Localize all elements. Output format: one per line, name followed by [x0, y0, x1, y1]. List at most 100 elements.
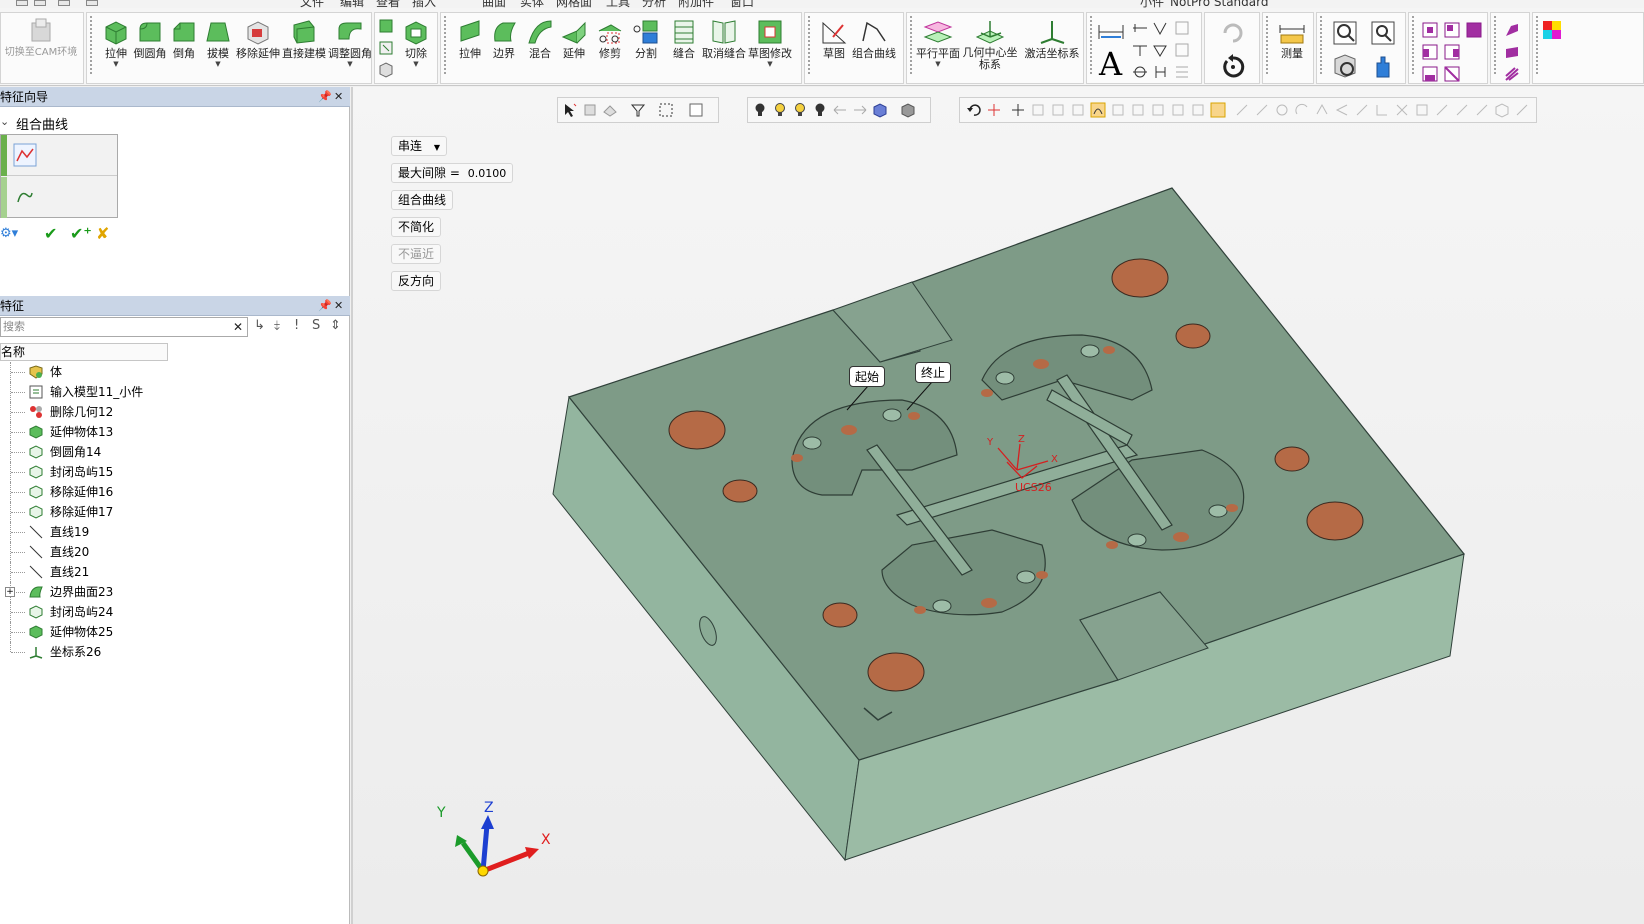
menu-view[interactable]: 查看	[376, 0, 400, 8]
sew-button[interactable]: 缝合	[665, 15, 703, 77]
feature-tree-item[interactable]: 体	[0, 362, 345, 382]
feature-search-input[interactable]: 搜索 ✕	[0, 317, 248, 337]
collapse-icon[interactable]: ⌄	[0, 115, 9, 128]
apply-icon[interactable]: ✔⁺	[70, 224, 92, 243]
filter-sketch-icon[interactable]: S	[312, 318, 320, 333]
hidden-line-icon[interactable]	[1503, 65, 1521, 83]
view-back-icon[interactable]	[1443, 21, 1461, 39]
zoom-all-icon[interactable]	[1369, 19, 1397, 47]
group-grip[interactable]	[1319, 15, 1323, 75]
extrude-solid-button[interactable]: 拉伸 ▼	[97, 15, 135, 77]
blend-button[interactable]: 混合	[521, 15, 559, 77]
parallel-plane-button[interactable]: 平行平面 ▼	[916, 15, 960, 77]
boundary-surface-button[interactable]: 边界	[485, 15, 523, 77]
dropdown-arrow-icon[interactable]: ▼	[199, 60, 237, 68]
balloon-icon[interactable]	[1151, 63, 1169, 81]
dropdown-arrow-icon[interactable]: ▼	[97, 60, 135, 68]
feature-tree-item[interactable]: 移除延伸17	[0, 502, 345, 522]
feature-tree-item[interactable]: 倒圆角14	[0, 442, 345, 462]
shell-icon[interactable]	[377, 17, 395, 35]
view-iso-icon[interactable]	[1443, 65, 1461, 83]
zoom-selection-icon[interactable]	[1331, 53, 1359, 81]
text-annotation-icon[interactable]: A	[1099, 47, 1122, 81]
extrude-surface-button[interactable]: 拉伸	[451, 15, 489, 77]
remove-extension-button[interactable]: 移除延伸	[236, 15, 280, 77]
menu-solid[interactable]: 实体	[520, 0, 544, 8]
replay-icon[interactable]	[1219, 19, 1247, 45]
3d-viewport[interactable]: 串连 ▼ 最大间隙 = 0.0100 组合曲线 不简化 不逼近 反方向 起始 终…	[351, 87, 1644, 924]
dropdown-arrow-icon[interactable]: ▼	[331, 60, 369, 68]
trim-button[interactable]: 修剪	[591, 15, 629, 77]
sketch-modify-button[interactable]: 草图修改 ▼	[748, 15, 792, 77]
draft-button[interactable]: 拔模 ▼	[199, 15, 237, 77]
hatch-icon[interactable]	[1173, 41, 1191, 59]
menu-tools[interactable]: 工具	[606, 0, 630, 8]
direct-modeling-button[interactable]: 直接建模	[282, 15, 326, 77]
feature-tree-item[interactable]: 坐标系26	[0, 642, 345, 662]
feature-tree-item[interactable]: 封闭岛屿15	[0, 462, 345, 482]
group-grip[interactable]	[807, 15, 811, 75]
dropdown-arrow-icon[interactable]: ▼	[919, 60, 957, 68]
cancel-icon[interactable]: ✘	[96, 224, 109, 243]
filter-suppressed-icon[interactable]: ⤈	[274, 318, 280, 333]
close-icon[interactable]: ✕	[334, 296, 343, 316]
feature-tree-item[interactable]: 封闭岛屿24	[0, 602, 345, 622]
sort-icon[interactable]: ⇕	[330, 318, 341, 333]
menu-edit[interactable]: 编辑	[340, 0, 364, 8]
filter-errors-icon[interactable]: !	[294, 318, 299, 333]
pin-icon[interactable]: 📌	[318, 87, 332, 107]
gdt-icon[interactable]	[1131, 41, 1149, 59]
save-quick-icon[interactable]	[16, 0, 28, 6]
feature-tree-item[interactable]: 直线20	[0, 542, 345, 562]
regenerate-icon[interactable]	[1219, 53, 1247, 81]
ok-icon[interactable]: ✔	[44, 224, 57, 243]
menu-surface[interactable]: 曲面	[482, 0, 506, 8]
expand-toggle-icon[interactable]: +	[5, 587, 15, 597]
group-grip[interactable]	[89, 15, 93, 75]
undo-quick-icon[interactable]	[58, 0, 70, 6]
dropdown-arrow-icon[interactable]: ▼	[397, 60, 435, 68]
pin-icon[interactable]: 📌	[318, 296, 332, 316]
activate-csys-button[interactable]: 激活坐标系	[1025, 15, 1080, 77]
group-grip[interactable]	[1411, 15, 1415, 75]
menu-mesh[interactable]: 网格面	[556, 0, 592, 8]
wizard-step-select-curves[interactable]	[1, 135, 117, 176]
adjust-fillet-button[interactable]: 调整圆角 ▼	[328, 15, 372, 77]
flatness-icon[interactable]	[1151, 41, 1169, 59]
view-front-icon[interactable]	[1421, 21, 1439, 39]
open-quick-icon[interactable]	[34, 0, 46, 6]
cut-button[interactable]: 切除 ▼	[397, 15, 435, 77]
menu-insert[interactable]: 插入	[412, 0, 436, 8]
column-header-name[interactable]: 名称	[0, 343, 168, 361]
table-icon[interactable]	[1173, 63, 1191, 81]
group-grip[interactable]	[1089, 15, 1093, 75]
menu-file[interactable]: 文件	[300, 0, 324, 8]
view-left-icon[interactable]	[1421, 43, 1439, 61]
datum-feature-icon[interactable]	[1131, 19, 1149, 37]
shaded-icon[interactable]	[1503, 21, 1521, 39]
feature-tree-item[interactable]: 延伸物体25	[0, 622, 345, 642]
feature-tree-item[interactable]: 移除延伸16	[0, 482, 345, 502]
feature-tree-item[interactable]: 直线21	[0, 562, 345, 582]
composite-curve-button[interactable]: 组合曲线	[852, 15, 896, 77]
feature-tree-item[interactable]: 删除几何12	[0, 402, 345, 422]
menu-analysis[interactable]: 分析	[642, 0, 666, 8]
dropdown-arrow-icon[interactable]: ▼	[751, 60, 789, 68]
group-grip[interactable]	[1535, 15, 1539, 75]
surface-finish-icon[interactable]	[1151, 19, 1169, 37]
clear-search-icon[interactable]: ✕	[233, 318, 243, 336]
menu-window[interactable]: 窗口	[730, 0, 754, 8]
close-icon[interactable]: ✕	[334, 87, 343, 107]
measure-button[interactable]: 测量	[1273, 15, 1311, 77]
fillet-button[interactable]: 倒圆角	[131, 15, 169, 77]
group-grip[interactable]	[909, 15, 913, 75]
dimension-icon[interactable]	[1097, 21, 1125, 43]
wizard-step-preview[interactable]	[1, 177, 117, 218]
feature-tree-item[interactable]: 直线19	[0, 522, 345, 542]
group-grip[interactable]	[443, 15, 447, 75]
group-grip[interactable]	[1493, 15, 1497, 75]
menu-addins[interactable]: 附加件	[678, 0, 714, 8]
extend-surface-button[interactable]: 延伸	[555, 15, 593, 77]
center-mark-icon[interactable]	[1131, 63, 1149, 81]
feature-tree-item[interactable]: 延伸物体13	[0, 422, 345, 442]
